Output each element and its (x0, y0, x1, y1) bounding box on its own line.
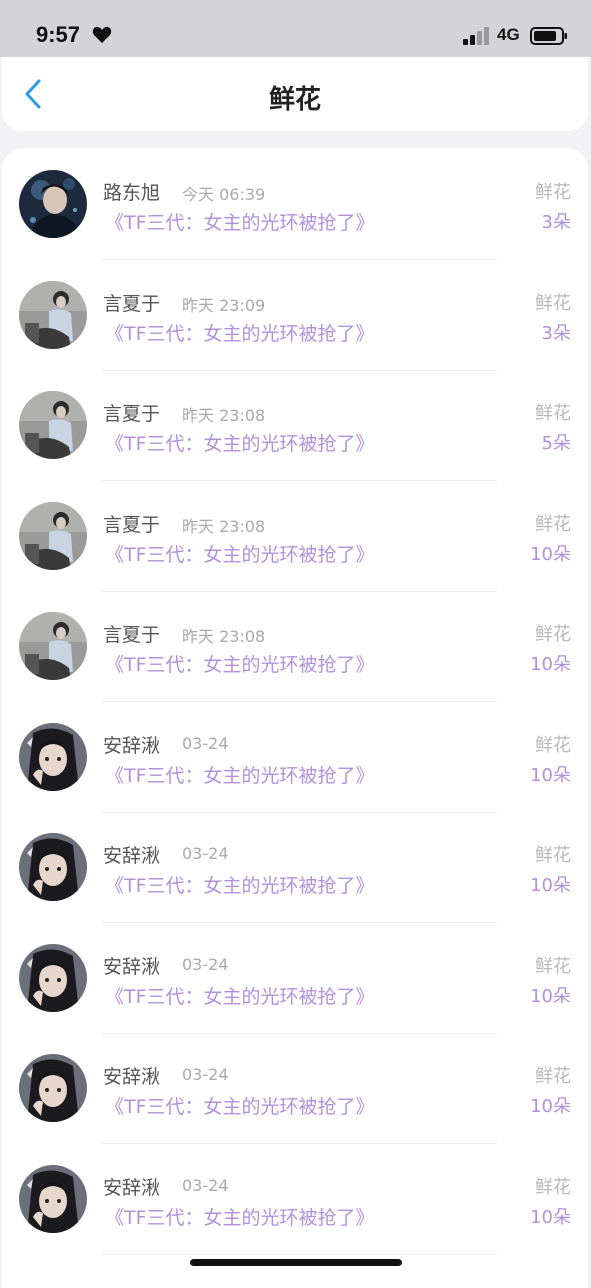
gift-count: 3朵 (541, 322, 571, 344)
timestamp: 03-24 (182, 1065, 229, 1084)
gift-count: 10朵 (530, 654, 571, 675)
list-item[interactable]: 言夏于 昨天 23:09 《TF三代：女主的光环被抢了》 鲜花 3朵 (2, 261, 588, 371)
user-name[interactable]: 路东旭 (103, 178, 160, 205)
gift-type: 鲜花 (535, 1176, 571, 1198)
user-name[interactable]: 安辞湫 (103, 1062, 160, 1089)
list-item[interactable]: 言夏于 昨天 23:08 《TF三代：女主的光环被抢了》 鲜花 5朵 (2, 371, 588, 481)
book-title[interactable]: 《TF三代：女主的光环被抢了》 (105, 208, 375, 235)
user-name[interactable]: 安辞湫 (103, 1173, 160, 1200)
gift-type: 鲜花 (535, 182, 571, 203)
book-title[interactable]: 《TF三代：女主的光环被抢了》 (105, 761, 375, 788)
gift-type: 鲜花 (535, 845, 571, 866)
avatar[interactable] (19, 722, 87, 791)
timestamp: 昨天 23:09 (182, 295, 266, 315)
gift-count: 10朵 (530, 543, 571, 565)
timestamp: 昨天 23:08 (182, 406, 266, 425)
list-item[interactable]: 安辞湫 03-24 《TF三代：女主的光环被抢了》 鲜花 10朵 (2, 1145, 588, 1255)
timestamp: 昨天 23:08 (182, 627, 266, 646)
nav-bar: 鲜花 (2, 57, 588, 131)
user-name[interactable]: 言夏于 (103, 510, 160, 537)
gift-count: 10朵 (530, 764, 571, 786)
gift-count: 3朵 (541, 212, 571, 233)
gift-type: 鲜花 (535, 513, 571, 535)
divider (102, 1253, 497, 1255)
user-name[interactable]: 言夏于 (103, 399, 160, 426)
avatar[interactable] (19, 1164, 87, 1233)
list-item[interactable]: 路东旭 今天 06:39 《TF三代：女主的光环被抢了》 鲜花 3朵 (2, 150, 588, 260)
gift-type: 鲜花 (535, 403, 571, 424)
heart-icon (92, 26, 112, 43)
gift-type: 鲜花 (535, 955, 571, 977)
avatar[interactable] (19, 943, 87, 1012)
avatar[interactable] (19, 391, 87, 459)
user-name[interactable]: 言夏于 (103, 289, 160, 316)
flower-list: 路东旭 今天 06:39 《TF三代：女主的光环被抢了》 鲜花 3朵 言夏于 昨… (2, 148, 588, 1288)
gift-count: 10朵 (530, 875, 571, 896)
list-item[interactable]: 言夏于 昨天 23:08 《TF三代：女主的光环被抢了》 鲜花 10朵 (2, 592, 588, 702)
list-item[interactable]: 言夏于 昨天 23:08 《TF三代：女主的光环被抢了》 鲜花 10朵 (2, 482, 588, 592)
home-indicator[interactable] (190, 1259, 402, 1266)
book-title[interactable]: 《TF三代：女主的光环被抢了》 (105, 1092, 375, 1119)
book-title[interactable]: 《TF三代：女主的光环被抢了》 (105, 1203, 375, 1230)
timestamp: 今天 06:39 (182, 185, 266, 204)
user-name[interactable]: 安辞湫 (103, 731, 160, 758)
list-item[interactable]: 安辞湫 03-24 《TF三代：女主的光环被抢了》 鲜花 10朵 (2, 703, 588, 813)
book-title[interactable]: 《TF三代：女主的光环被抢了》 (105, 429, 375, 456)
book-title[interactable]: 《TF三代：女主的光环被抢了》 (105, 650, 375, 677)
gift-type: 鲜花 (535, 1066, 571, 1087)
timestamp: 03-24 (182, 733, 229, 753)
user-name[interactable]: 言夏于 (103, 620, 160, 647)
network-label: 4G (497, 25, 520, 44)
user-name[interactable]: 安辞湫 (103, 952, 160, 979)
avatar[interactable] (19, 612, 87, 680)
gift-count: 10朵 (530, 1096, 571, 1117)
book-title[interactable]: 《TF三代：女主的光环被抢了》 (105, 871, 375, 898)
timestamp: 03-24 (182, 954, 229, 974)
avatar[interactable] (19, 1054, 87, 1122)
list-item[interactable]: 安辞湫 03-24 《TF三代：女主的光环被抢了》 鲜花 10朵 (2, 1034, 588, 1144)
book-title[interactable]: 《TF三代：女主的光环被抢了》 (105, 319, 375, 346)
gift-count: 10朵 (530, 985, 571, 1007)
avatar[interactable] (19, 833, 87, 901)
gift-count: 10朵 (530, 1206, 571, 1228)
timestamp: 昨天 23:08 (182, 516, 266, 536)
list-item[interactable]: 安辞湫 03-24 《TF三代：女主的光环被抢了》 鲜花 10朵 (2, 813, 588, 923)
avatar[interactable] (19, 501, 87, 570)
list-item[interactable]: 安辞湫 03-24 《TF三代：女主的光环被抢了》 鲜花 10朵 (2, 924, 588, 1034)
gift-type: 鲜花 (535, 734, 571, 756)
status-bar: 9:57 4G (0, 0, 591, 57)
avatar[interactable] (19, 170, 87, 238)
signal-icon (463, 27, 489, 45)
timestamp: 03-24 (182, 1175, 229, 1195)
book-title[interactable]: 《TF三代：女主的光环被抢了》 (105, 982, 375, 1009)
timestamp: 03-24 (182, 844, 229, 863)
gift-count: 5朵 (541, 433, 571, 454)
user-name[interactable]: 安辞湫 (103, 841, 160, 868)
page-title: 鲜花 (268, 85, 321, 115)
gift-type: 鲜花 (535, 624, 571, 645)
battery-icon (530, 27, 567, 45)
status-time: 9:57 (36, 22, 81, 47)
gift-type: 鲜花 (535, 292, 571, 314)
avatar[interactable] (19, 280, 87, 349)
book-title[interactable]: 《TF三代：女主的光环被抢了》 (105, 540, 375, 567)
